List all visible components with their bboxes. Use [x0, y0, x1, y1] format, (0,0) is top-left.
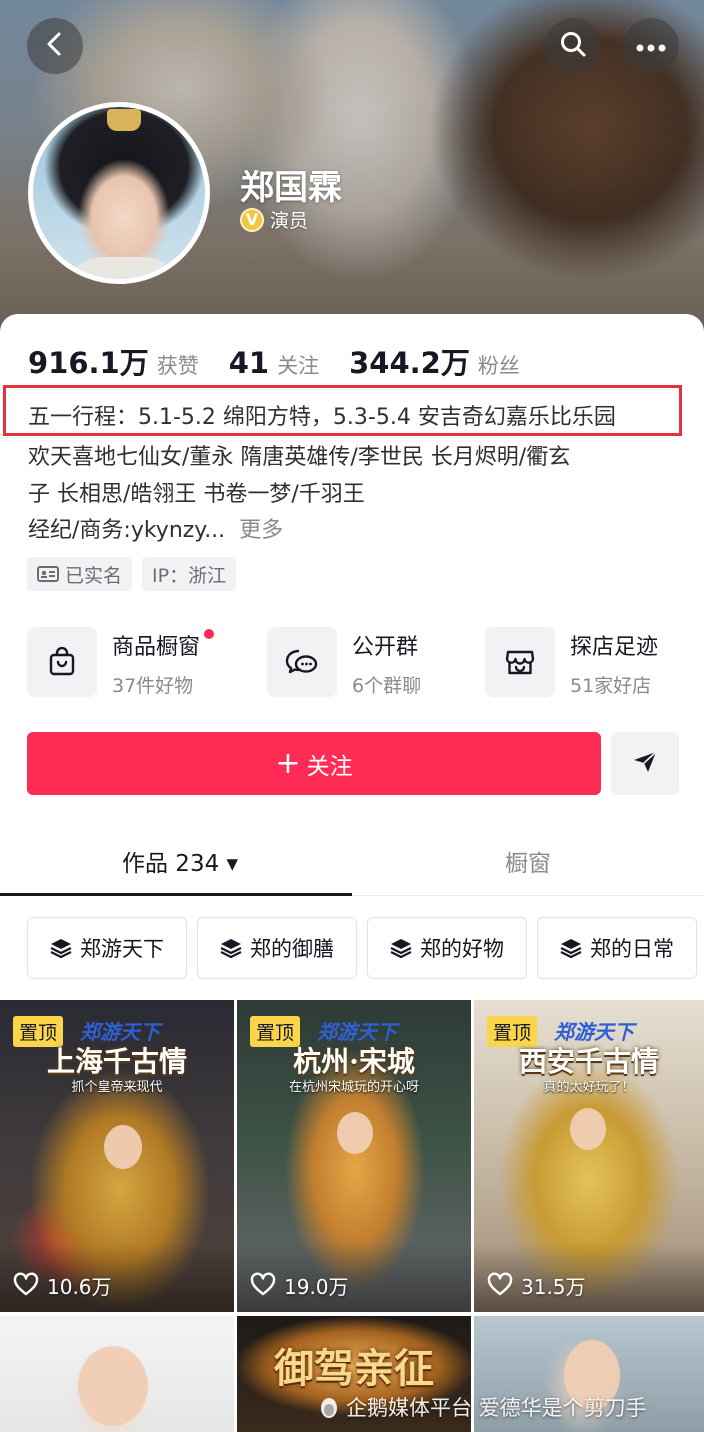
tag-real-name: 已实名 — [27, 557, 133, 591]
video-tile[interactable]: 置顶 郑游天下 上海千古情 抓个皇帝来现代 10.6万 — [0, 1000, 234, 1312]
share-button[interactable] — [611, 732, 679, 795]
video-thumb-figure — [78, 1346, 148, 1426]
heart-icon — [250, 1272, 276, 1300]
likes-label: 获赞 — [156, 354, 199, 378]
profile-stats: 916.1万 获赞 41 关注 344.2万 粉丝 — [28, 340, 550, 382]
profile-entries: 商品橱窗 37件好物 公开群 6个群聊 探店足迹 51家好店 — [27, 627, 687, 697]
entry-store-visits-title: 探店足迹 — [570, 635, 659, 660]
profile-tags: 已实名 IP：浙江 — [27, 557, 246, 591]
watermark-text: 企鹅媒体平台 爱德华是个剪刀手 — [346, 1396, 647, 1420]
video-thumb-figure — [104, 1125, 142, 1169]
video-thumb-subtitle: 抓个皇帝来现代 — [71, 1080, 163, 1095]
entry-shop-window-title: 商品橱窗 — [112, 629, 215, 661]
video-tile[interactable]: 置顶 郑游天下 西安千古情 真的太好玩了！ 31.5万 — [474, 1000, 704, 1312]
send-icon — [632, 750, 658, 778]
avatar-crown-shape — [107, 109, 141, 131]
bio-contact-text: 经纪/商务:ykynzy... — [28, 518, 226, 543]
verified-label: V 演员 — [240, 206, 308, 233]
collection-chip[interactable]: 郑的日常 — [537, 917, 697, 979]
video-likes: 31.5万 — [487, 1271, 586, 1300]
video-thumb-subtitle: 在杭州宋城玩的开心呀 — [288, 1080, 419, 1095]
shopping-bag-icon — [27, 627, 97, 697]
layers-icon — [50, 937, 72, 959]
video-thumb-figure — [337, 1112, 373, 1154]
tag-real-name-label: 已实名 — [65, 564, 123, 587]
collection-chip[interactable]: 郑的御膳 — [197, 917, 357, 979]
video-thumb-subtitle: 真的太好玩了！ — [543, 1080, 635, 1095]
collection-chip-label: 郑的好物 — [420, 937, 504, 961]
tag-ip-label: IP：浙江 — [152, 564, 227, 587]
layers-icon — [220, 937, 242, 959]
video-tile[interactable] — [0, 1316, 234, 1432]
likes-count: 916.1万 — [28, 346, 149, 380]
video-likes-count: 10.6万 — [47, 1275, 112, 1299]
verified-badge-icon: V — [240, 207, 264, 232]
active-tab-underline — [0, 893, 352, 896]
entry-public-group[interactable]: 公开群 6个群聊 — [267, 627, 421, 698]
search-icon — [559, 30, 587, 62]
collection-chip-label: 郑游天下 — [80, 937, 164, 961]
plus-icon: + — [275, 745, 301, 781]
following-count[interactable]: 41 — [229, 346, 269, 380]
id-card-icon — [37, 566, 59, 582]
follow-button[interactable]: + 关注 — [27, 732, 601, 795]
collection-chip-label: 郑的日常 — [590, 937, 674, 961]
tag-ip-location: IP：浙江 — [142, 557, 237, 591]
video-thumb-figure — [570, 1108, 606, 1150]
video-likes-count: 31.5万 — [521, 1275, 586, 1299]
penguin-icon — [318, 1395, 340, 1424]
chat-bubbles-icon — [267, 627, 337, 697]
bio-contact-line: 经纪/商务:ykynzy... 更多 — [28, 512, 283, 544]
video-thumb-title: 上海千古情 — [46, 1045, 187, 1078]
content-tabs: 作品 234 ▾ 橱窗 — [0, 828, 704, 896]
entry-store-visits[interactable]: 探店足迹 51家好店 — [485, 627, 658, 698]
layers-icon — [560, 937, 582, 959]
heart-icon — [487, 1272, 513, 1300]
back-arrow-icon — [42, 31, 68, 61]
bio-roles-line-2: 子 长相思/皓翎王 书卷一梦/千羽王 — [28, 482, 365, 507]
verified-title: 演员 — [270, 210, 309, 232]
tab-works[interactable]: 作品 234 ▾ — [122, 844, 238, 878]
search-button[interactable] — [545, 18, 601, 74]
entry-shop-window[interactable]: 商品橱窗 37件好物 — [27, 627, 215, 698]
entry-store-visits-sub: 51家好店 — [570, 675, 652, 697]
entry-public-group-sub: 6个群聊 — [352, 675, 422, 697]
bio-roles-line: 欢天喜地七仙女/董永 隋唐英雄传/李世民 长月烬明/衢玄 — [28, 445, 571, 470]
collection-chip[interactable]: 郑的好物 — [367, 917, 527, 979]
more-options-button[interactable] — [623, 18, 679, 74]
bio-more-link[interactable]: 更多 — [239, 518, 283, 543]
entry-shop-window-sub: 37件好物 — [112, 675, 194, 697]
tab-window[interactable]: 橱窗 — [505, 844, 551, 878]
collection-chip-label: 郑的御膳 — [250, 937, 334, 961]
video-thumb-title: 御驾亲征 — [274, 1345, 434, 1392]
heart-icon — [13, 1272, 39, 1300]
collection-chip[interactable]: 郑游天下 — [27, 917, 187, 979]
followers-label[interactable]: 粉丝 — [478, 350, 520, 380]
entry-public-group-title: 公开群 — [352, 635, 419, 660]
video-likes: 19.0万 — [250, 1271, 349, 1300]
store-icon — [485, 627, 555, 697]
video-likes: 10.6万 — [13, 1271, 112, 1300]
profile-name: 郑国霖 — [240, 168, 342, 208]
more-dots-icon — [636, 37, 666, 56]
avatar[interactable] — [28, 102, 210, 284]
layers-icon — [390, 937, 412, 959]
video-likes-count: 19.0万 — [284, 1275, 349, 1299]
video-thumb-title: 西安千古情 — [518, 1045, 659, 1078]
following-label[interactable]: 关注 — [277, 350, 319, 380]
followers-count[interactable]: 344.2万 — [349, 340, 470, 382]
back-button[interactable] — [27, 18, 83, 74]
watermark: 企鹅媒体平台 爱德华是个剪刀手 — [318, 1392, 647, 1424]
video-thumb-title: 杭州·宋城 — [293, 1045, 415, 1078]
video-grid: 置顶 郑游天下 上海千古情 抓个皇帝来现代 10.6万 置顶 郑游天下 杭州·宋… — [0, 1000, 704, 1432]
collection-chips: 郑游天下 郑的御膳 郑的好物 郑的日常 — [27, 917, 704, 979]
follow-button-label: 关注 — [306, 753, 353, 780]
video-tile[interactable]: 置顶 郑游天下 杭州·宋城 在杭州宋城玩的开心呀 19.0万 — [237, 1000, 471, 1312]
bio-schedule-line: 五一行程：5.1-5.2 绵阳方特，5.3-5.4 安吉奇幻嘉乐比乐园 — [28, 405, 616, 430]
notification-dot — [204, 629, 215, 639]
